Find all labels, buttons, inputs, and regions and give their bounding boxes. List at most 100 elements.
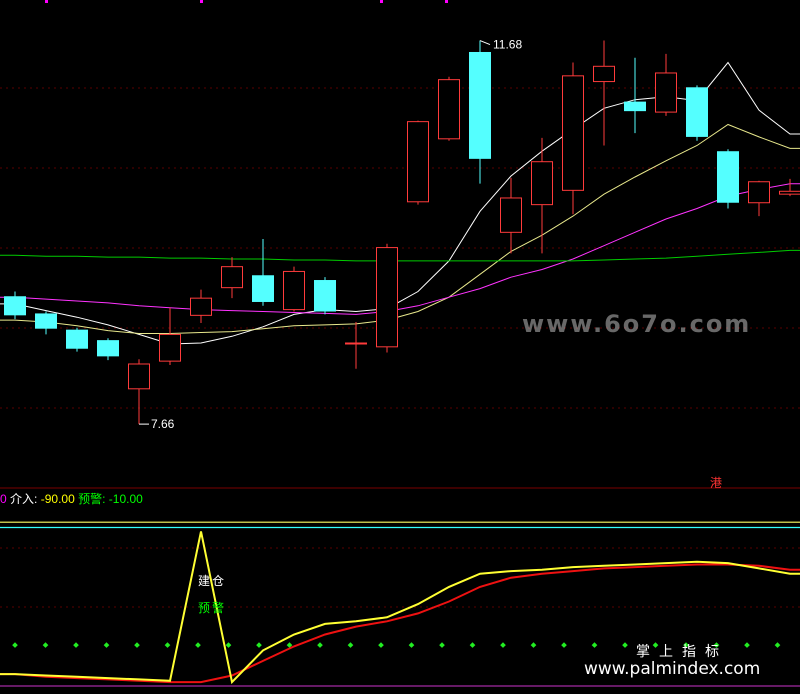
candle-body-14 bbox=[438, 79, 460, 140]
watermark-brand-url: www.palmindex.com bbox=[584, 659, 761, 679]
top-marker-3 bbox=[445, 0, 448, 3]
watermark-6o7o: www.6o7o.com bbox=[522, 310, 752, 338]
candle-body-12 bbox=[376, 247, 398, 348]
high-price-label: 11.68 bbox=[493, 38, 522, 52]
candle-6 bbox=[190, 289, 212, 323]
osc-dot-1 bbox=[42, 642, 49, 648]
ma-line-2 bbox=[0, 183, 800, 315]
candle-body-17 bbox=[531, 161, 553, 206]
ma-line-3 bbox=[0, 249, 800, 262]
osc-dot-25 bbox=[774, 642, 781, 648]
top-marker-2 bbox=[380, 0, 383, 3]
legend-entry-value: -90.00 bbox=[40, 492, 75, 506]
candle-12 bbox=[376, 243, 398, 353]
watermark-brand-cn: 掌上指标 bbox=[636, 644, 728, 660]
osc-dot-16 bbox=[500, 642, 506, 648]
candle-body-20 bbox=[624, 101, 646, 112]
signal-buy-label: 建仓 bbox=[198, 574, 227, 588]
osc-dot-17 bbox=[530, 642, 537, 648]
price-labels: 11.68 7.66 bbox=[139, 38, 522, 431]
candle-body-23 bbox=[717, 151, 739, 203]
candle-14 bbox=[438, 76, 460, 141]
candle-body-13 bbox=[407, 121, 429, 203]
signal-warn-label: 预警 bbox=[198, 601, 227, 615]
candle-body-0 bbox=[4, 296, 26, 316]
top-marker-0 bbox=[45, 0, 48, 3]
candle-18 bbox=[562, 62, 584, 215]
candle-2 bbox=[66, 327, 88, 352]
candle-body-24 bbox=[748, 181, 770, 204]
indicator-legend: 0 介入: -90.00 预警: -10.00 bbox=[0, 490, 143, 507]
candle-25 bbox=[779, 178, 800, 197]
candle-body-8 bbox=[252, 275, 274, 302]
legend-warn-label: 预警: bbox=[78, 492, 106, 506]
candle-21 bbox=[655, 53, 677, 116]
osc-dot-0 bbox=[12, 642, 18, 648]
candle-16 bbox=[500, 177, 522, 254]
candle-20 bbox=[624, 57, 646, 134]
candle-body-21 bbox=[655, 72, 677, 113]
osc-dot-19 bbox=[591, 642, 598, 648]
candle-body-6 bbox=[190, 297, 212, 316]
candle-body-5 bbox=[159, 333, 181, 362]
osc-dot-7 bbox=[225, 642, 232, 648]
candle-4 bbox=[128, 359, 150, 425]
candle-19 bbox=[593, 40, 615, 146]
candle-body-18 bbox=[562, 75, 584, 191]
osc-dot-24 bbox=[744, 642, 750, 648]
osc-dot-4 bbox=[134, 642, 140, 648]
ma-line-1 bbox=[0, 123, 800, 334]
legend-warn-value: -10.00 bbox=[108, 492, 143, 506]
low-price-label: 7.66 bbox=[151, 417, 175, 431]
osc-dot-14 bbox=[439, 642, 445, 648]
top-marker-1 bbox=[200, 0, 203, 3]
candle-1 bbox=[35, 311, 57, 335]
candle-7 bbox=[221, 257, 243, 299]
candle-8 bbox=[252, 239, 274, 306]
osc-dot-2 bbox=[73, 642, 79, 648]
osc-dot-13 bbox=[408, 642, 415, 648]
candle-body-9 bbox=[283, 270, 305, 311]
legend-entry-label: 介入: bbox=[10, 492, 38, 506]
osc-dot-18 bbox=[561, 642, 567, 648]
chart-grid bbox=[0, 0, 800, 409]
candle-17 bbox=[531, 137, 553, 254]
candle-3 bbox=[97, 338, 119, 361]
candle-body-1 bbox=[35, 313, 57, 329]
candle-22 bbox=[686, 85, 708, 141]
candle-body-25 bbox=[779, 190, 800, 195]
candle-9 bbox=[283, 266, 305, 312]
candle-0 bbox=[4, 291, 26, 320]
osc-dot-15 bbox=[469, 642, 476, 648]
osc-dot-10 bbox=[317, 642, 323, 648]
candle-body-7 bbox=[221, 266, 243, 289]
candle-15 bbox=[469, 40, 491, 184]
candle-23 bbox=[717, 149, 739, 209]
candle-10 bbox=[314, 277, 336, 315]
candle-body-15 bbox=[469, 51, 491, 159]
candle-13 bbox=[407, 120, 429, 205]
candle-body-16 bbox=[500, 197, 522, 233]
candle-body-22 bbox=[686, 87, 708, 137]
osc-dot-8 bbox=[256, 642, 262, 648]
hk-market-badge: 港 bbox=[710, 476, 723, 490]
osc-dot-12 bbox=[378, 642, 384, 648]
candle-body-2 bbox=[66, 329, 88, 349]
candle-body-4 bbox=[128, 363, 150, 390]
candle-body-19 bbox=[593, 65, 615, 83]
candle-5 bbox=[159, 307, 181, 365]
osc-dot-11 bbox=[347, 642, 354, 648]
legend-zero: 0 bbox=[0, 492, 7, 506]
candlestick-series bbox=[4, 40, 800, 425]
candle-body-3 bbox=[97, 340, 119, 357]
candle-body-11 bbox=[345, 342, 367, 345]
osc-dot-3 bbox=[103, 642, 110, 648]
candle-24 bbox=[748, 180, 770, 217]
osc-dot-5 bbox=[164, 642, 171, 648]
stock-chart: 11.68 7.66 bbox=[0, 0, 800, 687]
candle-11 bbox=[345, 322, 367, 369]
osc-dot-6 bbox=[195, 642, 201, 648]
ma-line-0 bbox=[0, 61, 800, 345]
moving-average-lines bbox=[0, 61, 800, 345]
high-arrow bbox=[479, 40, 491, 45]
